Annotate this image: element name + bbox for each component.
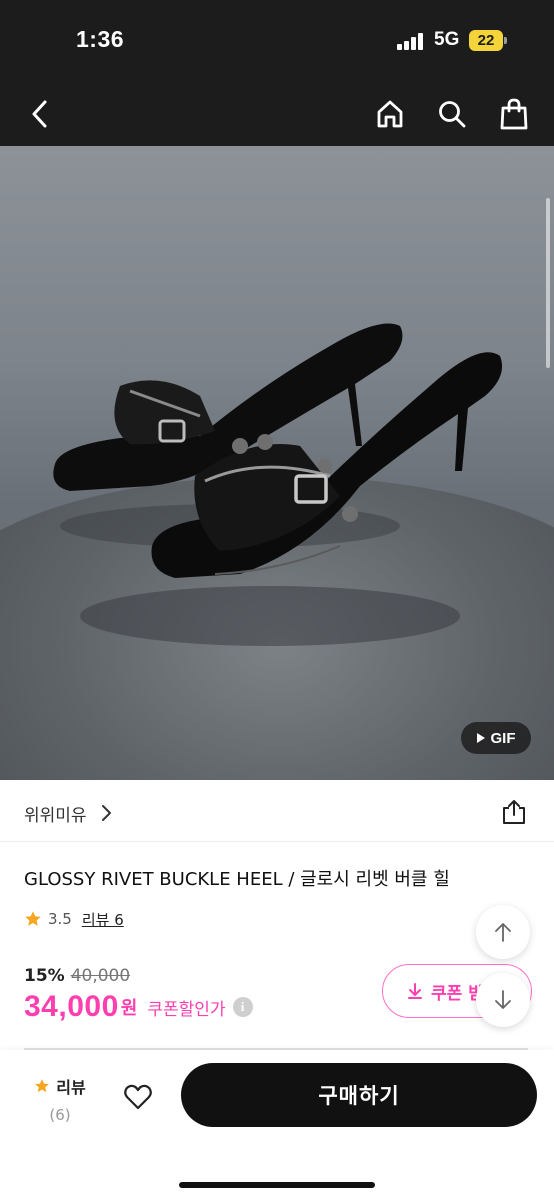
heart-icon: [124, 1084, 152, 1110]
star-icon: [25, 911, 41, 926]
search-button[interactable]: [434, 96, 470, 132]
currency-unit: 원: [120, 998, 138, 1019]
top-nav-bar: [0, 84, 554, 146]
review-link[interactable]: 리뷰 6: [82, 909, 124, 930]
image-scrollbar[interactable]: [546, 198, 550, 368]
arrow-down-icon: [495, 990, 511, 1009]
signal-icon: [397, 33, 425, 50]
status-time: 1:36: [76, 26, 125, 52]
arrow-up-icon: [495, 923, 511, 942]
chevron-left-icon: [32, 100, 47, 128]
share-icon: [503, 800, 525, 824]
back-button[interactable]: [22, 96, 58, 132]
home-icon: [377, 100, 403, 128]
scroll-up-button[interactable]: [476, 905, 530, 959]
gif-badge[interactable]: GIF: [461, 722, 531, 754]
buy-button[interactable]: 구매하기: [181, 1063, 537, 1127]
status-bar: 1:36 5G 22: [0, 0, 554, 84]
search-icon: [439, 101, 466, 128]
brand-row: 위위미유: [0, 782, 554, 842]
coupon-price-label: 쿠폰할인가: [147, 999, 226, 1020]
star-icon: [35, 1079, 50, 1093]
share-button[interactable]: [500, 798, 528, 826]
review-tab-count: (6): [49, 1106, 71, 1124]
product-image[interactable]: GIF: [0, 146, 554, 780]
chevron-right-icon: [102, 805, 111, 821]
original-price: 40,000: [70, 966, 131, 986]
discount-rate: 15%: [24, 966, 65, 986]
product-title: GLOSSY RIVET BUCKLE HEEL / 글로시 리벳 버클 힐: [24, 869, 450, 890]
cart-button[interactable]: [496, 96, 532, 132]
shopping-bag-icon: [500, 98, 528, 130]
sale-price: 34,000: [24, 990, 119, 1023]
play-icon: [476, 733, 485, 743]
rating-value: 3.5: [48, 910, 72, 928]
battery-level: 22: [469, 30, 503, 51]
price-area: 15% 40,000 34,000 원 쿠폰할인가 i: [24, 966, 253, 1024]
network-type: 5G: [434, 29, 460, 50]
review-tab[interactable]: 리뷰 (6): [30, 1074, 90, 1124]
download-icon: [408, 983, 422, 999]
bottom-action-bar: 리뷰 (6) 구매하기: [0, 1050, 554, 1200]
review-tab-label: 리뷰: [56, 1078, 86, 1097]
product-photo-shoes: [53, 323, 503, 646]
brand-link[interactable]: 위위미유: [24, 801, 87, 826]
scroll-down-button[interactable]: [476, 973, 530, 1027]
gif-label: GIF: [490, 729, 516, 747]
battery-icon: 22: [469, 30, 507, 51]
info-icon[interactable]: i: [232, 997, 253, 1017]
home-button[interactable]: [372, 96, 408, 132]
home-indicator: [179, 1182, 375, 1188]
wishlist-button[interactable]: [121, 1080, 155, 1114]
rating-row: 3.5 리뷰 6: [24, 908, 124, 930]
